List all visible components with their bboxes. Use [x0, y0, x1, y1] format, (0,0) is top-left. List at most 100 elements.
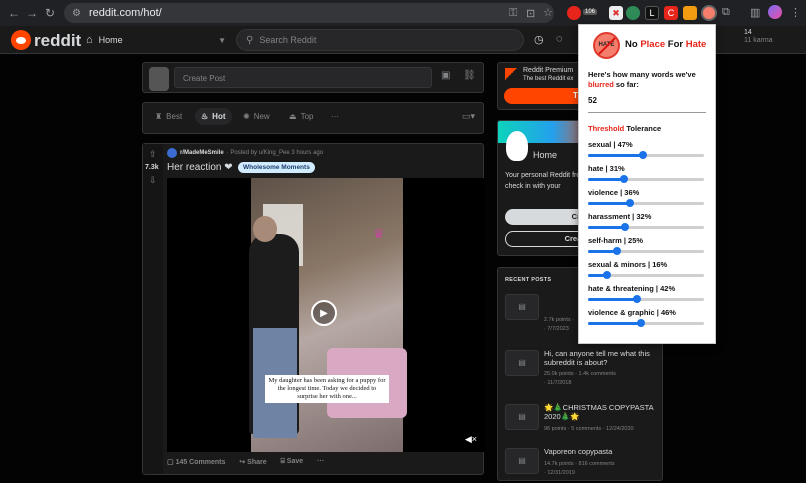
slider-track[interactable] — [588, 223, 704, 231]
slider-fill — [588, 202, 630, 205]
profile-avatar[interactable] — [768, 5, 782, 19]
post-title[interactable]: Her reaction ❤ — [167, 162, 233, 173]
video-player[interactable]: ♛ ▶ My daughter has been asking for a pu… — [167, 178, 485, 452]
slider-thumb[interactable] — [632, 295, 641, 303]
address-bar[interactable]: ⚙ reddit.com/hot/ — [64, 3, 554, 23]
tolerance-red: Threshold — [588, 124, 625, 133]
sort-new[interactable]: ✺ New — [243, 112, 270, 121]
reddit-logo-icon[interactable] — [11, 30, 31, 50]
home-icon: ⌂ — [86, 34, 93, 46]
reload-button[interactable]: ↻ — [40, 6, 60, 20]
tolerance-slider[interactable]: sexual | 47% — [588, 140, 706, 162]
chat-icon[interactable]: ◌ — [556, 33, 563, 45]
slider-track[interactable] — [588, 295, 704, 303]
home-card-title: Home — [533, 150, 558, 160]
tolerance-slider[interactable]: violence | 36% — [588, 188, 706, 210]
extension-plug-icon[interactable]: ✖ — [609, 6, 623, 20]
sort-bar: ♜ Best ♨ Hot ✺ New ⏏ Top ··· ▭▾ — [142, 102, 484, 134]
layout-toggle-icon[interactable]: ▭▾ — [462, 111, 475, 122]
upvote-icon[interactable]: ⇧ — [149, 149, 157, 160]
snoo-mascot-icon — [506, 131, 528, 161]
user-avatar[interactable] — [149, 67, 169, 91]
karma-count: 14 — [744, 29, 752, 36]
tolerance-slider[interactable]: sexual & minors | 16% — [588, 260, 706, 282]
play-button[interactable]: ▶ — [311, 300, 337, 326]
video-head — [253, 216, 277, 242]
save-label: Save — [286, 458, 304, 465]
mute-icon[interactable]: ◀× — [465, 434, 477, 445]
sort-more[interactable]: ··· — [331, 112, 339, 121]
link-icon[interactable]: ⛓ — [463, 70, 476, 81]
slider-track[interactable] — [588, 151, 704, 159]
save-button[interactable]: ⌸ Save — [281, 458, 304, 466]
sort-top[interactable]: ⏏ Top — [289, 112, 313, 121]
key-icon[interactable]: ⚿ — [509, 7, 517, 20]
slider-thumb[interactable] — [619, 175, 628, 183]
tolerance-slider[interactable]: self-harm | 25% — [588, 236, 706, 258]
subreddit-link[interactable]: r/MadeMeSmile — [180, 150, 224, 156]
title-prefix: No — [625, 39, 641, 50]
slider-thumb[interactable] — [613, 247, 621, 255]
more-options-button[interactable]: ··· — [317, 458, 324, 466]
slider-track[interactable] — [588, 271, 704, 279]
share-button[interactable]: ↪ Share — [239, 458, 266, 466]
slider-thumb[interactable] — [621, 223, 630, 231]
slider-thumb[interactable] — [602, 271, 611, 279]
side-panel-icon[interactable]: ▥ — [750, 6, 760, 19]
bookmark-star-icon[interactable]: ☆ — [543, 6, 553, 19]
search-input[interactable]: ⚲ Search Reddit — [236, 29, 524, 51]
post-card[interactable]: ⇧ 7.3k ⇩ r/MadeMeSmile · Posted by u/Kin… — [142, 143, 485, 475]
slider-thumb[interactable] — [625, 199, 634, 207]
sort-best-label: Best — [166, 112, 183, 121]
recent-post-stats: 2.7k points · — [544, 317, 574, 323]
extension-c-icon[interactable]: C — [664, 6, 678, 20]
tolerance-slider[interactable]: hate & threatening | 42% — [588, 284, 706, 306]
comments-label: 145 Comments — [175, 459, 226, 466]
slider-label: hate | 31% — [588, 164, 625, 173]
recent-post-item[interactable]: ▤ 🌟🎄CHRISTMAS COPYPASTA 2020🎄🌟 96 points… — [505, 401, 655, 439]
slider-track[interactable] — [588, 247, 704, 255]
extensions-puzzle-icon[interactable]: ⧉ — [722, 6, 730, 19]
image-upload-icon[interactable]: ▣ — [441, 70, 450, 81]
tolerance-slider[interactable]: violence & graphic | 46% — [588, 308, 706, 330]
extension-fox-icon[interactable] — [683, 6, 697, 20]
recent-post-item[interactable]: ▤ Hi, can anyone tell me what this subre… — [505, 347, 655, 386]
subreddit-icon[interactable] — [167, 148, 177, 158]
slider-thumb[interactable] — [637, 319, 646, 327]
tolerance-slider[interactable]: hate | 31% — [588, 164, 706, 186]
popular-icon[interactable]: ◷ — [534, 33, 544, 46]
downvote-icon[interactable]: ⇩ — [149, 175, 157, 186]
sort-hot[interactable]: ♨ Hot — [195, 108, 232, 125]
video-caption: My daughter has been asking for a puppy … — [265, 375, 389, 403]
reddit-wordmark[interactable]: reddit — [34, 31, 81, 51]
post-flair[interactable]: Wholesome Moments — [238, 162, 315, 173]
create-post-input[interactable]: Create Post — [174, 67, 432, 88]
slider-track[interactable] — [588, 175, 704, 183]
install-icon[interactable]: ⊡ — [526, 7, 535, 20]
back-button[interactable]: ← — [4, 6, 24, 20]
blurred-count-label: Here's how many words we've blurred so f… — [588, 70, 712, 90]
browser-toolbar: ← → ↻ ⚙ reddit.com/hot/ ⚿ ⊡ ☆ 106 ✖ L C … — [0, 0, 806, 26]
tolerance-heading: Threshold Tolerance — [588, 124, 661, 133]
menu-kebab-icon[interactable]: ⋮ — [790, 6, 801, 19]
slider-track[interactable] — [588, 199, 704, 207]
recent-post-item[interactable]: ▤ Vaporeon copypasta 14.7k points · 816 … — [505, 445, 655, 483]
recent-post-stats: 14.7k points · 816 comments — [544, 461, 615, 467]
slider-label: self-harm | 25% — [588, 236, 644, 245]
home-dropdown[interactable]: ⌂ Home ▼ — [86, 31, 226, 49]
sort-best[interactable]: ♜ Best — [155, 112, 182, 121]
extension-red-icon[interactable] — [567, 6, 581, 20]
sparkle-icon: ✺ — [243, 112, 250, 121]
count-text-2: so far: — [613, 80, 639, 89]
post-actions: ▢ 145 Comments ↪ Share ⌸ Save ··· — [167, 458, 324, 466]
slider-track[interactable] — [588, 319, 704, 327]
tolerance-slider[interactable]: harassment | 32% — [588, 212, 706, 234]
extension-grammarly-icon[interactable] — [626, 6, 640, 20]
slider-thumb[interactable] — [638, 151, 647, 159]
hate-extension-icon[interactable] — [701, 5, 717, 21]
comments-button[interactable]: ▢ 145 Comments — [167, 458, 225, 466]
slider-label: sexual | 47% — [588, 140, 633, 149]
forward-button[interactable]: → — [22, 6, 42, 20]
extension-l-icon[interactable]: L — [645, 6, 659, 20]
site-settings-icon[interactable]: ⚙ — [72, 8, 81, 19]
